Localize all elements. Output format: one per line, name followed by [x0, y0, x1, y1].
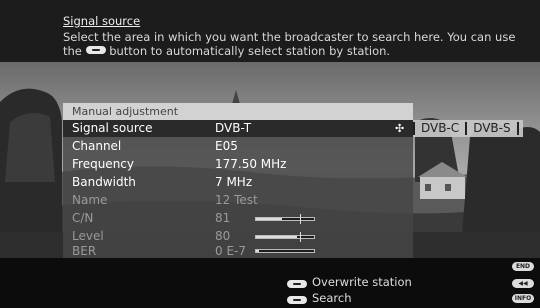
row-label: Channel [72, 139, 122, 153]
row-level: Level 80 [63, 228, 413, 245]
row-value: E05 [215, 139, 238, 153]
row-value: 0 E-7 [215, 244, 246, 258]
row-label: Frequency [72, 157, 134, 171]
signal-source-options: DVB-C DVB-S [413, 120, 523, 137]
info-button-icon[interactable]: INFO [512, 294, 534, 303]
row-label: Level [72, 229, 104, 243]
help-title: Signal source [63, 14, 141, 28]
row-name: Name 12 Test [63, 192, 413, 209]
row-value: 81 [215, 211, 231, 225]
rewind-button-icon[interactable]: ◀◀ [512, 279, 534, 288]
row-frequency[interactable]: Frequency 177.50 MHz [63, 156, 413, 173]
row-cn: C/N 81 [63, 210, 413, 227]
meter-tick [300, 214, 301, 224]
end-button-icon[interactable]: END [512, 262, 534, 271]
row-label: Bandwidth [72, 175, 136, 189]
help-header: Signal source Select the area in which y… [0, 0, 540, 62]
bottom-bar: END ◀◀ INFO Overwrite station Search [0, 258, 540, 308]
row-label: Name [72, 193, 108, 207]
help-text: Select the area in which you want the br… [63, 30, 533, 58]
level-meter [255, 232, 315, 242]
row-label: Signal source [72, 121, 153, 135]
overwrite-station-hint[interactable]: Overwrite station [312, 275, 412, 289]
row-channel[interactable]: Channel E05 [63, 138, 413, 155]
option-dvb-s[interactable]: DVB-S [467, 120, 516, 137]
manual-adjustment-panel: Manual adjustment Signal source DVB-T ✣ … [63, 103, 413, 258]
ber-meter [255, 249, 315, 253]
row-value: 7 MHz [215, 175, 253, 189]
row-bandwidth[interactable]: Bandwidth 7 MHz [63, 174, 413, 191]
row-value: DVB-T [215, 121, 252, 135]
remote-button-icon [287, 296, 307, 304]
remote-button-icon [85, 46, 106, 54]
row-label: BER [72, 244, 97, 258]
meter-fill [256, 236, 297, 238]
panel-title: Manual adjustment [63, 103, 413, 120]
search-hint[interactable]: Search [312, 291, 352, 305]
row-value: 12 Test [215, 193, 258, 207]
cn-meter [255, 214, 315, 224]
divider [516, 122, 519, 135]
help-text-after: button to automatically select station b… [109, 44, 391, 58]
row-signal-source[interactable]: Signal source DVB-T ✣ [63, 120, 413, 137]
remote-button-icon [287, 280, 307, 288]
row-value: 177.50 MHz [215, 157, 287, 171]
option-dvb-c[interactable]: DVB-C [415, 120, 465, 137]
navigate-arrows-icon[interactable]: ✣ [395, 120, 404, 137]
row-ber: BER 0 E-7 [63, 244, 413, 258]
row-label: C/N [72, 211, 94, 225]
meter-tick [300, 232, 301, 242]
meter-fill [256, 218, 283, 220]
row-value: 80 [215, 229, 231, 243]
meter-fill [256, 250, 259, 252]
